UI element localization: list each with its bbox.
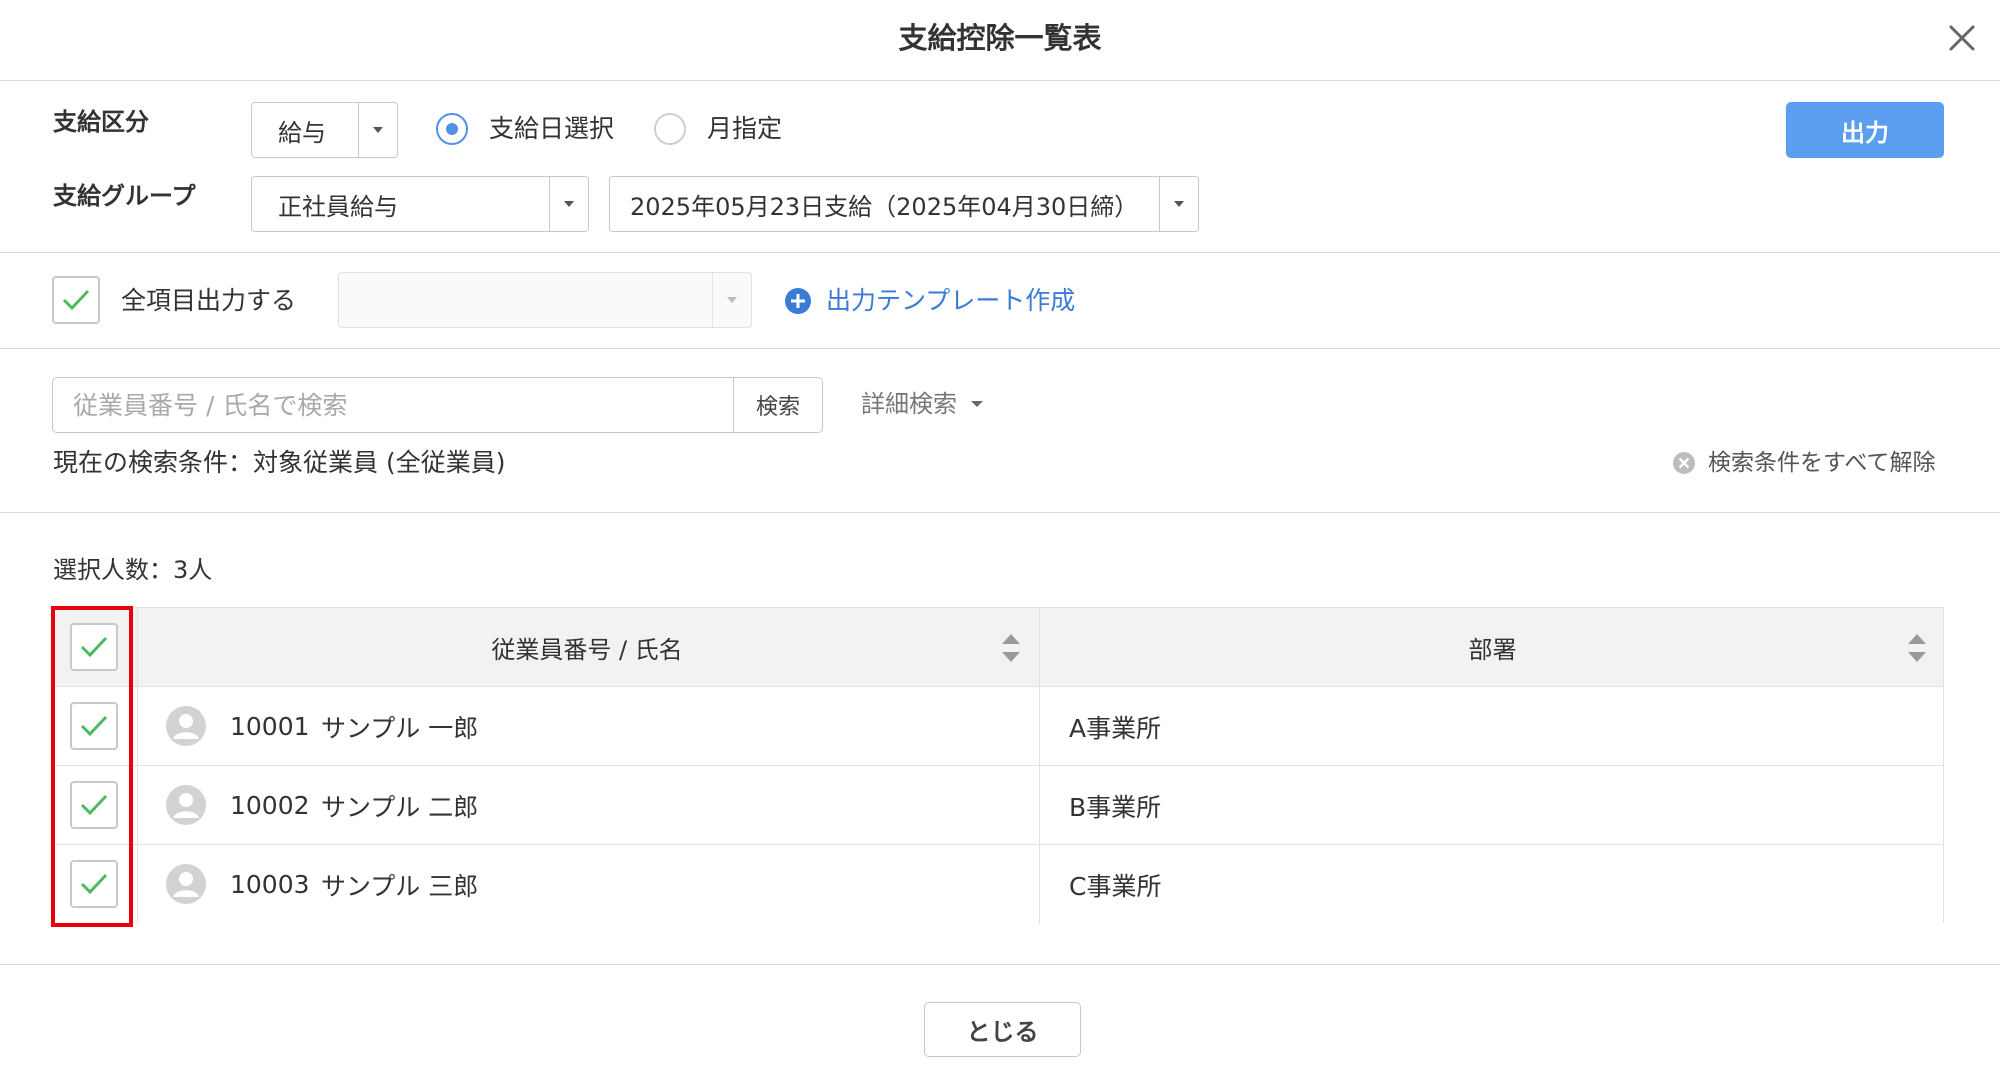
column-header-employee[interactable]: 従業員番号 / 氏名 — [137, 608, 1037, 687]
template-select — [338, 272, 752, 328]
highlight-box — [51, 606, 133, 927]
employee-table: 従業員番号 / 氏名 部署 10001 サンプル 一郎 A事業所 10002 サ… — [52, 607, 1944, 924]
table-header: 従業員番号 / 氏名 部署 — [53, 608, 1943, 687]
close-button[interactable]: とじる — [924, 1002, 1081, 1057]
dialog-title: 支給控除一覧表 — [898, 21, 1102, 55]
pay-date-select[interactable]: 2025年05月23日支給（2025年04月30日締） — [609, 176, 1199, 232]
caret-down-icon — [971, 401, 983, 407]
advanced-search-toggle[interactable]: 詳細検索 — [861, 386, 983, 422]
column-separator — [1039, 766, 1040, 844]
department: B事業所 — [1069, 792, 1162, 822]
close-icon[interactable] — [1942, 18, 1982, 58]
pay-type-label: 支給区分 — [53, 108, 149, 136]
radio-month-label: 月指定 — [707, 114, 783, 143]
pay-type-select[interactable]: 給与 — [251, 102, 398, 158]
employee-name: サンプル 二郎 — [321, 792, 479, 822]
pay-type-value: 給与 — [278, 118, 326, 147]
chevron-down-icon — [358, 103, 397, 157]
employee-id: 10002 — [230, 791, 310, 820]
employee-name: サンプル 三郎 — [321, 871, 479, 901]
current-search-conditions: 現在の検索条件：対象従業員 (全従業員) — [53, 448, 506, 477]
output-button[interactable]: 出力 — [1786, 102, 1944, 158]
divider — [0, 252, 2000, 253]
column-separator — [137, 687, 138, 765]
selection-count: 選択人数：3人 — [53, 556, 213, 584]
all-items-label: 全項目出力する — [121, 286, 297, 315]
column-separator — [1039, 845, 1040, 924]
avatar-icon — [166, 864, 206, 904]
column-separator — [1039, 687, 1040, 765]
checkmark-icon — [62, 289, 90, 311]
employee-id: 10001 — [230, 712, 310, 741]
chevron-down-icon — [1159, 177, 1198, 231]
avatar-icon — [166, 785, 206, 825]
divider — [0, 512, 2000, 513]
pay-date-value: 2025年05月23日支給（2025年04月30日締） — [630, 192, 1139, 221]
pay-group-value: 正社員給与 — [278, 192, 398, 221]
employee-name: サンプル 一郎 — [321, 713, 479, 743]
clear-conditions-link[interactable]: 検索条件をすべて解除 — [1708, 445, 1935, 481]
all-items-checkbox[interactable] — [52, 276, 100, 324]
search-input[interactable] — [52, 377, 734, 433]
column-header-department[interactable]: 部署 — [1040, 608, 1945, 687]
clear-circle-icon[interactable] — [1670, 449, 1698, 477]
divider — [0, 348, 2000, 349]
sort-icon[interactable] — [999, 630, 1023, 666]
table-row[interactable]: 10001 サンプル 一郎 A事業所 — [53, 687, 1943, 766]
avatar-icon — [166, 706, 206, 746]
radio-pay-date[interactable] — [436, 113, 468, 145]
pay-group-select[interactable]: 正社員給与 — [251, 176, 589, 232]
radio-month[interactable] — [654, 113, 686, 145]
chevron-down-icon — [549, 177, 588, 231]
plus-circle-icon[interactable] — [784, 287, 812, 315]
employee-id: 10003 — [230, 870, 310, 899]
column-separator — [137, 845, 138, 924]
divider — [0, 964, 2000, 965]
advanced-search-label: 詳細検索 — [861, 390, 957, 418]
department: C事業所 — [1069, 871, 1162, 901]
chevron-down-icon — [712, 273, 751, 327]
create-template-link[interactable]: 出力テンプレート作成 — [826, 283, 1075, 319]
sort-icon[interactable] — [1905, 630, 1929, 666]
table-row[interactable]: 10002 サンプル 二郎 B事業所 — [53, 766, 1943, 845]
search-button[interactable]: 検索 — [733, 377, 823, 433]
table-row[interactable]: 10003 サンプル 三郎 C事業所 — [53, 845, 1943, 924]
column-separator — [137, 766, 138, 844]
radio-pay-date-label: 支給日選択 — [489, 114, 615, 143]
department: A事業所 — [1069, 713, 1162, 743]
pay-group-label: 支給グループ — [53, 182, 196, 210]
divider — [0, 80, 2000, 81]
